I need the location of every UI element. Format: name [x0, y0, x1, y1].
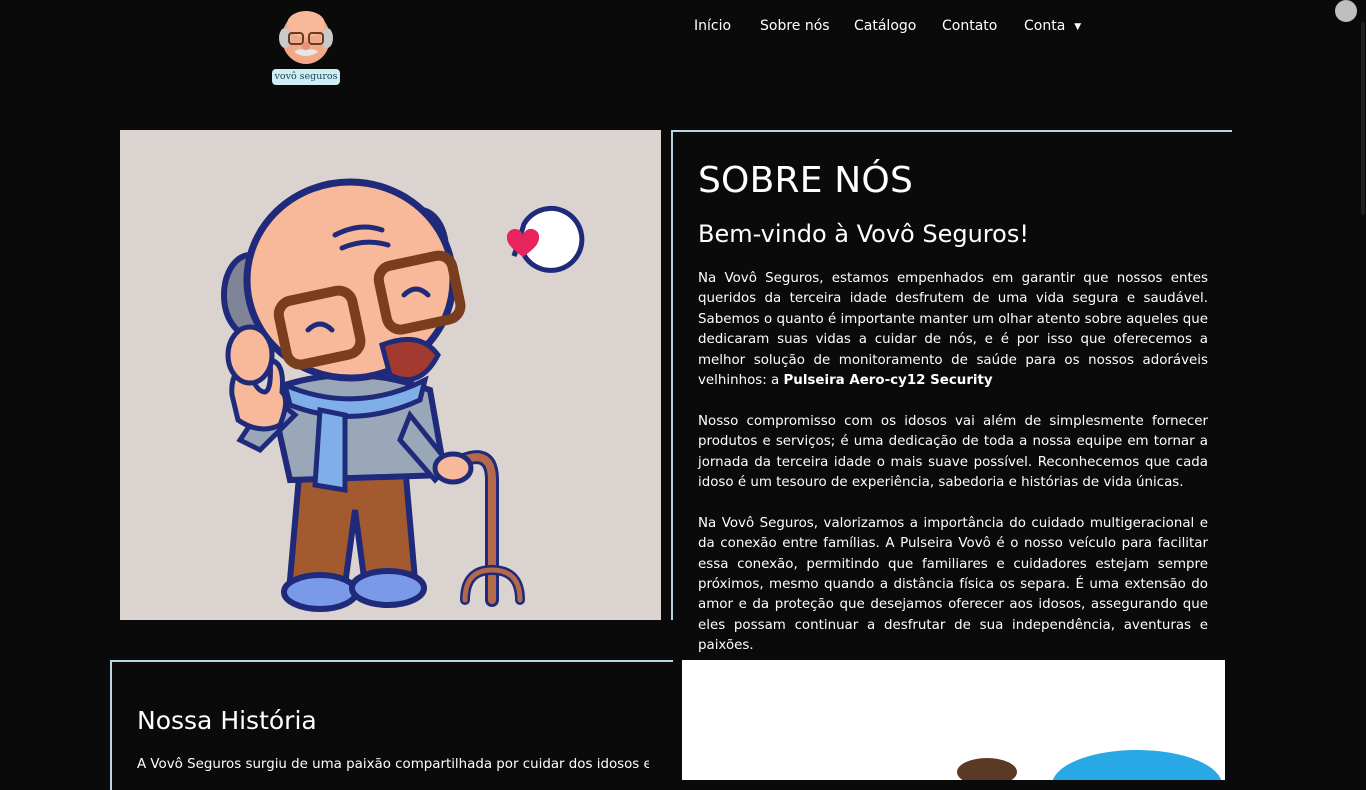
logo[interactable]: vovô seguros	[271, 8, 341, 85]
nav-conta-dropdown[interactable]: Conta ▼	[1024, 15, 1081, 38]
history-text: A Vovô Seguros surgiu de uma paixão comp…	[137, 757, 649, 772]
caret-down-icon: ▼	[1074, 22, 1082, 32]
nav-catalogo[interactable]: Catálogo	[854, 15, 916, 37]
nav-conta-label: Conta	[1024, 18, 1066, 34]
about-paragraph-1: Na Vovô Seguros, estamos empenhados em g…	[698, 269, 1208, 391]
about-paragraph-2: Nosso compromisso com os idosos vai além…	[698, 413, 1208, 491]
scrollbar[interactable]	[1360, 0, 1366, 768]
about-p1-text: Na Vovô Seguros, estamos empenhados em g…	[698, 271, 1208, 389]
nav-contato[interactable]: Contato	[942, 15, 997, 37]
floating-circle-button[interactable]	[1335, 0, 1357, 22]
nav-inicio[interactable]: Início	[694, 15, 731, 37]
heart-bubble-icon	[506, 205, 585, 273]
grandpa-logo-icon	[279, 11, 333, 64]
welcome-heading: Bem-vindo à Vovô Seguros!	[698, 220, 1029, 248]
about-section: SOBRE NÓS Bem-vindo à Vovô Seguros! Na V…	[671, 130, 1232, 653]
scrollbar-thumb[interactable]	[1361, 22, 1365, 215]
nav-sobre-nos[interactable]: Sobre nós	[760, 15, 830, 37]
page-title: SOBRE NÓS	[698, 160, 914, 201]
history-illustration	[682, 660, 1225, 780]
history-heading: Nossa História	[137, 706, 317, 735]
history-image-icon	[957, 750, 1222, 780]
grandpa-illustration	[120, 130, 661, 620]
waving-grandpa-icon	[221, 178, 585, 612]
history-section: Nossa História A Vovô Seguros surgiu de …	[110, 660, 673, 790]
logo-label: vovô seguros	[272, 69, 340, 85]
about-paragraph-3: Na Vovô Seguros, valorizamos a importânc…	[698, 515, 1208, 654]
product-name: Pulseira Aero-cy12 Security	[783, 373, 993, 389]
about-text: Na Vovô Seguros, estamos empenhados em g…	[698, 269, 1208, 677]
